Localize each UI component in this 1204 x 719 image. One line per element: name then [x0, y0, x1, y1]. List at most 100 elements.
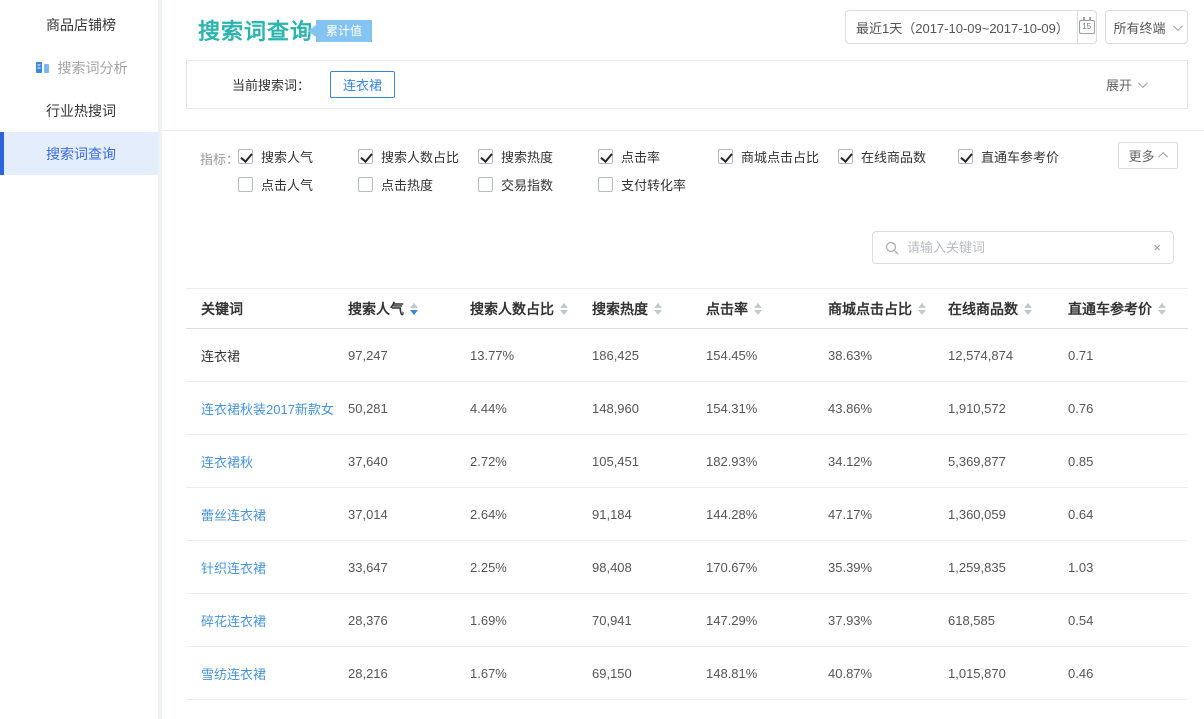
terminal-selector[interactable]: 所有终端 — [1105, 10, 1188, 44]
sort-down-arrow — [1158, 310, 1166, 315]
metric-checkbox-item[interactable]: 搜索人气 — [238, 142, 358, 170]
search-icon — [885, 241, 899, 255]
metrics-row-2: 点击人气点击热度交易指数 支付转化率 — [238, 170, 718, 198]
table-row: 连衣裙秋装2017新款女50,2814.44%148,960154.31%43.… — [186, 382, 1188, 435]
current-word-panel: 当前搜索词： 连衣裙 展开 — [186, 60, 1188, 109]
checkbox-unchecked-icon[interactable] — [598, 177, 613, 192]
metric-checkbox-item[interactable]: 交易指数 — [478, 170, 598, 198]
keyword-search-box: × — [872, 231, 1174, 264]
metric-label: 搜索人气 — [261, 147, 313, 166]
sort-up-arrow — [918, 303, 926, 308]
column-header[interactable]: 搜索人数占比 — [470, 299, 592, 319]
chevron-down-icon — [1172, 21, 1182, 31]
cell-value: 33,647 — [348, 560, 470, 575]
checkbox-unchecked-icon[interactable] — [358, 177, 373, 192]
sidebar-item-product-shop-rank[interactable]: 商品店铺榜 — [0, 3, 158, 46]
checkbox-checked-icon[interactable] — [718, 149, 733, 164]
keyword-link[interactable]: 连衣裙秋装2017新款女 — [201, 402, 334, 417]
column-header: 关键词 — [201, 299, 348, 319]
sidebar: 商品店铺榜搜索词分析行业热搜词搜索词查询 — [0, 0, 162, 719]
current-word-button[interactable]: 连衣裙 — [330, 71, 395, 98]
sort-up-arrow — [1024, 303, 1032, 308]
metric-checkbox-item[interactable]: 支付转化率 — [598, 170, 718, 198]
metric-checkbox-item[interactable]: 点击率 — [598, 142, 718, 170]
column-header-label: 在线商品数 — [948, 299, 1018, 319]
checkbox-checked-icon[interactable] — [358, 149, 373, 164]
sort-up-arrow — [654, 303, 662, 308]
sort-icon[interactable] — [1158, 303, 1166, 315]
checkbox-checked-icon[interactable] — [598, 149, 613, 164]
metric-checkbox-item[interactable]: 在线商品数 — [838, 142, 958, 170]
cell-value: 91,184 — [592, 507, 706, 522]
cell-value: 618,585 — [948, 613, 1068, 628]
column-header[interactable]: 直通车参考价 — [1068, 299, 1178, 319]
metric-checkbox-item[interactable]: 商城点击占比 — [718, 142, 838, 170]
cell-value: 0.46 — [1068, 666, 1178, 681]
column-header[interactable]: 在线商品数 — [948, 299, 1068, 319]
more-button[interactable]: 更多 — [1118, 142, 1178, 169]
cell-value: 170.67% — [706, 560, 828, 575]
table-body: 连衣裙97,24713.77%186,425154.45%38.63%12,57… — [186, 329, 1188, 700]
cell-value: 1.03 — [1068, 560, 1178, 575]
metric-checkbox-item[interactable]: 搜索热度 — [478, 142, 598, 170]
keyword-link[interactable]: 连衣裙秋 — [201, 455, 253, 470]
checkbox-unchecked-icon[interactable] — [238, 177, 253, 192]
metric-label: 搜索热度 — [501, 147, 553, 166]
column-header[interactable]: 商城点击占比 — [828, 299, 948, 319]
badge-label: 累计值 — [316, 20, 372, 42]
calendar-icon: 15 — [1079, 20, 1095, 34]
sidebar-item-search-word-analysis[interactable]: 搜索词分析 — [0, 46, 158, 89]
sort-icon[interactable] — [754, 303, 762, 315]
cell-value: 105,451 — [592, 454, 706, 469]
checkbox-checked-icon[interactable] — [478, 149, 493, 164]
checkbox-checked-icon[interactable] — [838, 149, 853, 164]
keyword-cell: 连衣裙秋装2017新款女 — [201, 399, 348, 418]
column-header[interactable]: 搜索人气 — [348, 299, 470, 319]
calendar-day-label: 15 — [1082, 23, 1091, 31]
keywords-table: 关键词搜索人气搜索人数占比搜索热度点击率商城点击占比 在线商品数 直通车参考价 连衣… — [186, 288, 1188, 700]
sort-down-arrow — [918, 310, 926, 315]
metric-checkbox-item[interactable]: 点击人气 — [238, 170, 358, 198]
column-header[interactable]: 点击率 — [706, 299, 828, 319]
keyword-link[interactable]: 雪纺连衣裙 — [201, 667, 266, 682]
keyword-cell: 连衣裙秋 — [201, 452, 348, 471]
metric-checkbox-item[interactable]: 点击热度 — [358, 170, 478, 198]
cell-value: 35.39% — [828, 560, 948, 575]
checkbox-checked-icon[interactable] — [958, 149, 973, 164]
expand-toggle[interactable]: 展开 — [1106, 75, 1145, 94]
sort-icon[interactable] — [918, 303, 926, 315]
column-header-label: 商城点击占比 — [828, 299, 912, 319]
sidebar-item-search-word-query[interactable]: 搜索词查询 — [0, 132, 158, 175]
chevron-down-icon — [1138, 78, 1148, 88]
date-range-picker[interactable]: 最近1天（2017-10-09~2017-10-09） 15 — [845, 10, 1097, 44]
sort-icon[interactable] — [560, 303, 568, 315]
sort-icon[interactable] — [1024, 303, 1032, 315]
sort-up-arrow — [1158, 303, 1166, 308]
column-header[interactable]: 搜索热度 — [592, 299, 706, 319]
keyword-link[interactable]: 针织连衣裙 — [201, 561, 266, 576]
cell-value: 182.93% — [706, 454, 828, 469]
keyword-cell: 蕾丝连衣裙 — [201, 505, 348, 524]
sidebar-item-industry-hot-words[interactable]: 行业热搜词 — [0, 89, 158, 132]
metric-checkbox-item[interactable]: 搜索人数占比 — [358, 142, 478, 170]
more-button-label: 更多 — [1128, 146, 1154, 165]
analysis-icon — [35, 60, 50, 75]
expand-label: 展开 — [1106, 75, 1132, 94]
checkbox-checked-icon[interactable] — [238, 149, 253, 164]
metric-checkbox-item[interactable]: 直通车参考价 — [958, 142, 1078, 170]
checkbox-unchecked-icon[interactable] — [478, 177, 493, 192]
clear-search-icon[interactable]: × — [1153, 241, 1161, 254]
cell-value: 0.76 — [1068, 401, 1178, 416]
keyword-link[interactable]: 碎花连衣裙 — [201, 614, 266, 629]
search-input[interactable] — [907, 240, 1145, 255]
sort-icon[interactable] — [654, 303, 662, 315]
keyword-link[interactable]: 蕾丝连衣裙 — [201, 508, 266, 523]
metric-label: 支付转化率 — [621, 175, 686, 194]
calendar-button[interactable]: 15 — [1077, 20, 1096, 34]
cell-value: 1,910,572 — [948, 401, 1068, 416]
cell-value: 13.77% — [470, 348, 592, 363]
cell-value: 144.28% — [706, 507, 828, 522]
cell-value: 2.72% — [470, 454, 592, 469]
sort-icon[interactable] — [410, 303, 418, 315]
sort-down-arrow — [560, 310, 568, 315]
